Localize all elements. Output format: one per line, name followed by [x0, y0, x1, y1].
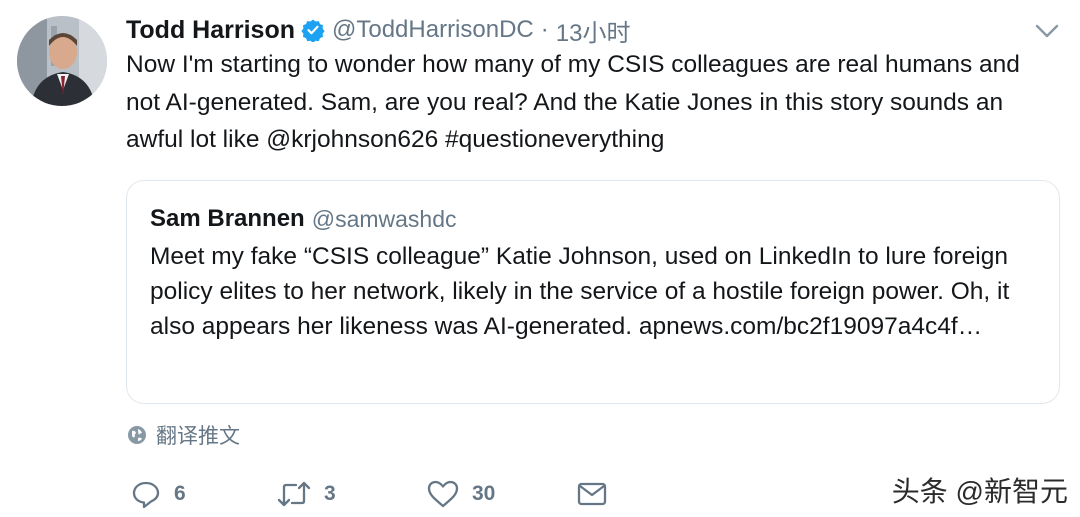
- translate-label: 翻译推文: [156, 425, 240, 448]
- timestamp[interactable]: 13小时: [556, 13, 631, 48]
- tweet-text: Now I'm starting to wonder how many of m…: [126, 51, 1020, 153]
- like-button[interactable]: 30: [426, 476, 495, 512]
- retweet-button[interactable]: 3: [276, 476, 336, 512]
- reply-button[interactable]: 6: [130, 476, 186, 512]
- quoted-tweet-text: Meet my fake “CSIS colleague” Katie John…: [150, 243, 1010, 340]
- quoted-tweet-header: Sam Brannen @samwashdc: [150, 205, 457, 233]
- reply-count: 6: [174, 482, 186, 505]
- separator-dot: ·: [540, 16, 549, 43]
- retweet-count: 3: [324, 482, 336, 505]
- globe-icon: [128, 426, 146, 444]
- avatar-photo: [17, 16, 107, 106]
- quoted-author-name: Sam Brannen: [150, 205, 305, 232]
- translate-tweet-link[interactable]: 翻译推文: [126, 420, 240, 450]
- retweet-icon: [277, 481, 311, 507]
- tweet-header: Todd Harrison @ToddHarrisonDC · 13小时: [126, 13, 1050, 48]
- envelope-icon: [577, 482, 607, 506]
- like-count: 30: [472, 482, 496, 505]
- author-name[interactable]: Todd Harrison: [126, 16, 295, 45]
- reply-icon: [132, 481, 160, 509]
- avatar[interactable]: [17, 16, 107, 106]
- verified-badge-icon: [301, 18, 325, 42]
- heart-icon: [427, 480, 459, 508]
- tweet-actions: 6 3 30: [130, 476, 630, 512]
- watermark: 头条 @新智元: [891, 476, 1068, 507]
- direct-message-button[interactable]: [576, 476, 608, 512]
- chevron-down-icon[interactable]: [1034, 21, 1060, 41]
- quoted-author-handle: @samwashdc: [311, 205, 457, 232]
- author-handle[interactable]: @ToddHarrisonDC: [332, 16, 534, 44]
- quoted-tweet-card[interactable]: Sam Brannen @samwashdc Meet my fake “CSI…: [126, 180, 1060, 404]
